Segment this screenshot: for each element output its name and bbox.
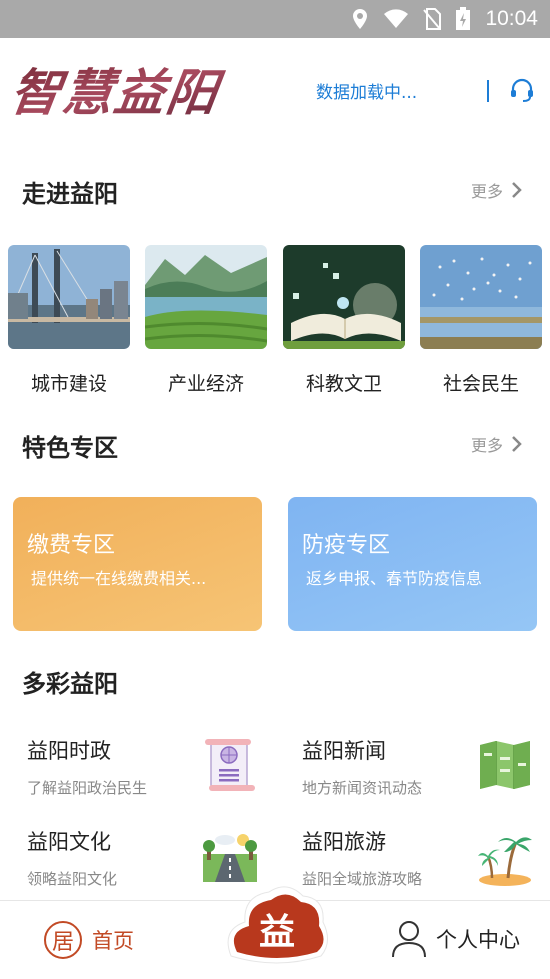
battery-charging-icon xyxy=(456,7,471,30)
grid-title: 益阳时政 xyxy=(27,739,111,763)
grid-title: 益阳文化 xyxy=(27,830,111,854)
cloud-badge-icon: 益 xyxy=(227,886,328,964)
section-title-colorful: 多彩益阳 xyxy=(22,670,118,698)
section-title-explore: 走进益阳 xyxy=(22,180,118,208)
app-header: 智慧益阳 数据加载中... xyxy=(0,38,550,148)
payment-zone-card[interactable]: 缴费专区 提供统一在线缴费相关... xyxy=(13,497,262,631)
tab-profile-label: 个人中心 xyxy=(436,928,520,952)
status-icons: 10:04 xyxy=(351,0,538,38)
grid-description: 领略益阳文化 xyxy=(27,870,118,888)
category-label: 科教文卫 xyxy=(305,373,382,395)
user-icon xyxy=(392,921,426,958)
logo-text: 智慧益阳 xyxy=(14,63,226,122)
chevron-right-icon xyxy=(512,436,522,452)
wifi-icon xyxy=(384,9,409,28)
card-description: 返乡申报、春节防疫信息 xyxy=(306,569,483,588)
no-sim-icon xyxy=(423,8,442,30)
grid-item-politics[interactable]: 益阳时政 了解益阳政治民生 xyxy=(27,735,287,815)
card-title: 缴费专区 xyxy=(27,533,116,558)
tab-profile[interactable]: 个人中心 xyxy=(390,919,520,959)
status-bar: 10:04 xyxy=(0,0,550,38)
tea-hills-lake-photo xyxy=(145,245,267,349)
category-science-education[interactable]: 科教文卫 xyxy=(283,245,405,396)
center-glyph: 益 xyxy=(259,911,295,953)
category-industry-economy[interactable]: 产业经济 xyxy=(145,245,267,396)
category-city-construction[interactable]: 城市建设 xyxy=(8,245,130,396)
home-icon: 居 xyxy=(44,921,82,959)
grid-item-news[interactable]: 益阳新闻 地方新闻资讯动态 xyxy=(302,735,550,815)
grid-title: 益阳新闻 xyxy=(302,739,386,763)
epidemic-zone-card[interactable]: 防疫专区 返乡申报、春节防疫信息 xyxy=(288,497,537,631)
more-link-feature[interactable]: 更多 xyxy=(471,432,523,456)
more-label: 更多 xyxy=(471,182,504,201)
section-title-feature: 特色专区 xyxy=(22,434,118,462)
category-label: 产业经济 xyxy=(167,373,244,395)
palm-island-icon xyxy=(478,837,532,886)
tab-home-label: 首页 xyxy=(92,929,134,953)
grid-title: 益阳旅游 xyxy=(302,830,386,854)
card-title: 防疫专区 xyxy=(302,533,391,558)
card-description: 提供统一在线缴费相关... xyxy=(31,569,207,588)
city-bridge-photo xyxy=(8,245,130,349)
category-social-livelihood[interactable]: 社会民生 xyxy=(420,245,542,396)
folded-map-icon xyxy=(480,741,530,789)
status-time: 10:04 xyxy=(485,7,538,30)
category-label: 城市建设 xyxy=(30,373,107,395)
birds-wetland-photo xyxy=(420,245,542,349)
app-logo: 智慧益阳 xyxy=(7,56,228,126)
open-book-photo xyxy=(283,245,405,349)
location-icon xyxy=(353,9,368,29)
more-label: 更多 xyxy=(471,436,504,455)
scroll-document-icon xyxy=(205,739,255,791)
category-label: 社会民生 xyxy=(442,373,519,395)
grid-item-tourism[interactable]: 益阳旅游 益阳全域旅游攻略 xyxy=(302,826,550,906)
more-link-explore[interactable]: 更多 xyxy=(471,178,523,202)
headset-icon xyxy=(511,78,533,102)
chevron-right-icon xyxy=(512,182,522,198)
grid-description: 地方新闻资讯动态 xyxy=(302,779,423,797)
header-divider xyxy=(487,80,489,102)
road-landscape-icon xyxy=(203,834,257,882)
tab-home[interactable]: 居 首页 xyxy=(44,921,134,959)
customer-service-button[interactable] xyxy=(505,74,539,106)
center-home-button[interactable]: 益 xyxy=(225,876,329,970)
grid-description: 了解益阳政治民生 xyxy=(27,779,148,797)
loading-status: 数据加载中... xyxy=(316,83,418,103)
